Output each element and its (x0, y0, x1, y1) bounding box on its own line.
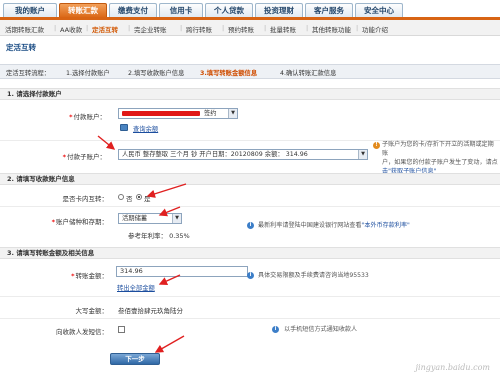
subnav-item-current-transfer[interactable]: 活期转账汇款 (5, 24, 44, 34)
amount-label: *转账金额： (40, 270, 108, 280)
subnav-item-intro[interactable]: 功能介绍 (362, 24, 388, 34)
info-icon: i (247, 222, 254, 229)
card-icon (120, 124, 128, 131)
section-payer-title: 1. 请选择付款账户 (0, 88, 500, 100)
sms-note: 以手机短信方式通知收款人 (284, 326, 358, 333)
deposit-type-label: *账户储种和存期： (30, 216, 108, 226)
chevron-down-icon: ▼ (172, 214, 181, 223)
uppercase-amount-value: 叁佰壹拾肆元玖角陆分 (118, 307, 183, 315)
payer-account-label-text: 付款账户： (73, 113, 107, 121)
annotation-arrows (97, 135, 187, 353)
step-3-current: 3.填写转账金额信息 (200, 70, 258, 77)
row-divider (0, 318, 500, 319)
sms-notify-checkbox[interactable] (118, 326, 125, 333)
deposit-type-value: 活期储蓄 (122, 215, 148, 222)
info-icon: i (272, 326, 279, 333)
section-amount-title: 3. 请填写转账金额及相关信息 (0, 247, 500, 259)
arrow-to-radio-yes (146, 183, 187, 198)
subnav-separator: | (86, 24, 89, 32)
payer-account-label: *付款账户： (40, 111, 106, 121)
sub-account-note: 子账户为您的卡/存折下开立的活期或定期账 户，如果您的付款子账户发生了变动，请点… (382, 140, 498, 176)
subnav-separator: | (264, 24, 267, 32)
amount-note: 具体交易限额及手续费请咨询当地95533 (258, 272, 369, 279)
arrow-to-next-button (154, 335, 185, 353)
subnav-separator: | (222, 24, 225, 32)
section-payee-title: 2. 请填写收款账户信息 (0, 173, 500, 185)
tab-credit-card[interactable]: 信用卡 (159, 3, 203, 18)
main-nav: 我的账户 转账汇款 缴费支付 信用卡 个人贷款 投资理财 客户服务 安全中心 (0, 0, 500, 20)
transfer-all-link[interactable]: 转出全部金额 (117, 283, 155, 292)
amount-input[interactable]: 314.96 (116, 266, 248, 277)
tab-payment[interactable]: 缴费支付 (109, 3, 157, 18)
watermark: jingyan.baidu.com (415, 363, 490, 372)
subnav-item-fixed-current[interactable]: 定活互转 (92, 24, 118, 34)
info-icon: i (247, 272, 254, 279)
query-balance-link[interactable]: 查询余额 (133, 124, 158, 133)
tab-personal-loan[interactable]: 个人贷款 (205, 3, 253, 18)
uppercase-amount-label: 大写金额： (75, 307, 109, 315)
subnav-item-enterprise[interactable]: 完企业转账 (134, 24, 167, 34)
step-1: 1.选择付款账户 (66, 70, 110, 77)
sub-account-value: 人民币 整存整取 三个月 钞 开户日期：20120809 余额： 314.96 (122, 151, 308, 158)
radio-yes[interactable] (136, 194, 142, 200)
subnav-item-scheduled[interactable]: 预约转账 (228, 24, 254, 34)
sub-account-label: *付款子账户： (40, 151, 106, 161)
sub-account-label-text: 付款子账户： (67, 153, 106, 161)
steps-prefix: 定活互转流程： (6, 70, 51, 77)
subnav-item-interbank[interactable]: 跨行转账 (186, 24, 212, 34)
arrow-to-sub-account (97, 135, 116, 150)
deposit-type-select[interactable]: 活期储蓄 ▼ (118, 213, 182, 224)
step-indicator: 定活互转流程： 1.选择付款账户 2.填写收款账户信息 3.填写转账金额信息 4… (0, 64, 500, 79)
redacted-account-number (122, 110, 200, 116)
payer-account-select[interactable]: 签约 ▼ (118, 108, 238, 119)
chevron-down-icon: ▼ (228, 109, 237, 118)
next-step-button[interactable]: 下一步 (110, 353, 160, 365)
step-4: 4.确认转账汇款信息 (280, 70, 337, 77)
reference-rate: 参考年利率： 0.35% (128, 232, 190, 240)
info-icon: ! (373, 142, 380, 149)
sub-account-select[interactable]: 人民币 整存整取 三个月 钞 开户日期：20120809 余额： 314.96 … (118, 149, 368, 160)
radio-no-label: 否 (126, 195, 133, 203)
same-card-label: 是否卡内互转： (62, 195, 109, 203)
subnav-item-aa-collection[interactable]: AA收款 (60, 24, 82, 34)
row-divider (0, 296, 500, 297)
page-title: 定活互转 (6, 43, 36, 52)
subnav-item-other[interactable]: 其他转账功能 (312, 24, 351, 34)
tab-security-center[interactable]: 安全中心 (355, 3, 403, 18)
row-divider (0, 206, 500, 207)
required-star: * (51, 218, 55, 226)
subnav-separator: | (306, 24, 309, 32)
tab-my-account[interactable]: 我的账户 (3, 3, 57, 18)
rate-note: 最新利率请登陆中国建设银行网站查看"本外币存款利率" (258, 221, 410, 230)
sub-nav: 活期转账汇款 | AA收款 | 定活互转 | 完企业转账 | 跨行转账 | 预约… (0, 20, 500, 36)
subnav-separator: | (356, 24, 359, 32)
tab-investment[interactable]: 投资理财 (255, 3, 303, 18)
subnav-item-batch[interactable]: 批量转账 (270, 24, 296, 34)
rate-note-text: 最新利率请登陆中国建设银行网站查看 (258, 222, 362, 229)
required-star: * (71, 272, 75, 280)
deposit-type-label-text: 账户储种和存期： (56, 218, 108, 226)
radio-yes-label: 是 (144, 195, 151, 203)
subnav-separator: | (180, 24, 183, 32)
tab-transfer[interactable]: 转账汇款 (59, 3, 107, 18)
required-star: * (62, 153, 66, 161)
radio-no[interactable] (118, 194, 124, 200)
subnav-separator: | (128, 24, 131, 32)
deposit-rate-link[interactable]: "本外币存款利率" (362, 222, 410, 229)
required-star: * (69, 113, 73, 121)
tab-customer-service[interactable]: 客户服务 (305, 3, 353, 18)
sms-notify-label: 向收款人发短信： (56, 328, 108, 336)
step-2: 2.填写收款账户信息 (128, 70, 185, 77)
sub-account-note-line: 户，如果您的付款子账户发生了变动，请点 (382, 159, 498, 166)
chevron-down-icon: ▼ (358, 150, 367, 159)
sub-account-note-line: 子账户为您的卡/存折下开立的活期或定期账 (382, 141, 494, 157)
subnav-separator: | (54, 24, 57, 32)
amount-label-text: 转账金额： (75, 272, 109, 280)
payer-account-suffix: 签约 (204, 110, 217, 117)
